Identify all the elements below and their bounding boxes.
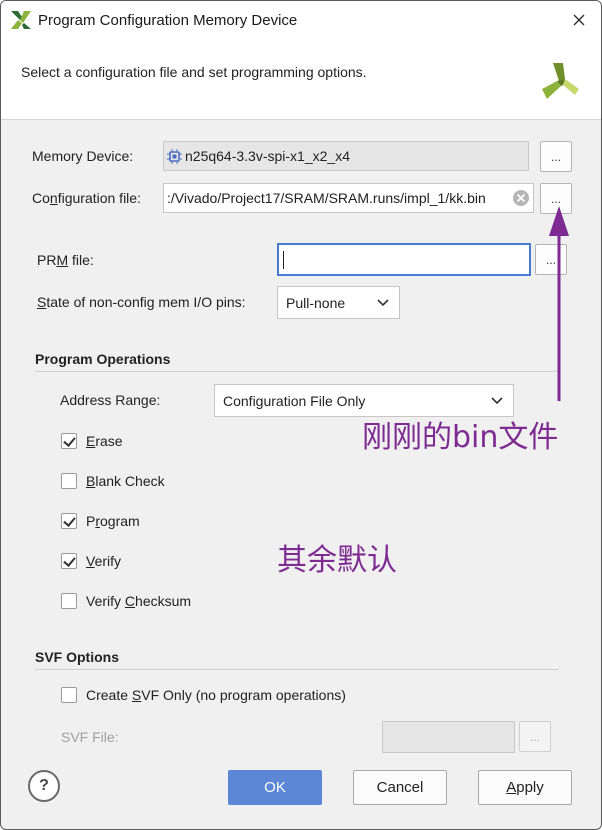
state-pins-value: Pull-none [286, 294, 346, 311]
svf-options-title: SVF Options [35, 649, 119, 665]
blank-check-checkbox-row[interactable]: Blank Check [61, 473, 165, 489]
verify-checksum-checkbox-row[interactable]: Verify Checksum [61, 593, 191, 609]
state-pins-select[interactable]: Pull-none [277, 286, 400, 319]
program-config-memory-dialog: Program Configuration Memory Device Sele… [0, 0, 602, 830]
erase-checkbox-row[interactable]: Erase [61, 433, 123, 449]
apply-button[interactable]: Apply [478, 770, 572, 805]
blank-check-checkbox[interactable] [61, 473, 77, 489]
verify-checksum-checkbox[interactable] [61, 593, 77, 609]
erase-label: Erase [86, 433, 123, 449]
verify-checkbox-row[interactable]: Verify [61, 553, 121, 569]
svf-file-browse-button: ... [519, 721, 551, 752]
config-file-input[interactable]: :/Vivado/Project17/SRAM/SRAM.runs/impl_1… [163, 183, 534, 213]
chevron-down-icon [491, 397, 503, 405]
prm-file-label: PRM file: [37, 252, 94, 268]
window-title: Program Configuration Memory Device [38, 12, 298, 29]
create-svf-checkbox-row[interactable]: Create SVF Only (no program operations) [61, 687, 346, 703]
verify-label: Verify [86, 553, 122, 569]
state-pins-label: State of non-config mem I/O pins: [37, 294, 246, 310]
cancel-button[interactable]: Cancel [353, 770, 447, 805]
svf-file-label: SVF File: [61, 729, 119, 745]
chip-icon [167, 148, 182, 164]
config-file-value: :/Vivado/Project17/SRAM/SRAM.runs/impl_1… [167, 190, 486, 206]
program-checkbox[interactable] [61, 513, 77, 529]
dialog-subtitle: Select a configuration file and set prog… [21, 64, 367, 80]
program-operations-divider [35, 371, 559, 372]
config-file-label: Configuration file: [32, 190, 141, 206]
svf-file-input [382, 721, 515, 753]
xilinx-brand-logo [542, 63, 579, 99]
arrow-up-icon [549, 206, 569, 401]
blank-check-label: Blank Check [86, 473, 165, 489]
program-checkbox-row[interactable]: Program [61, 513, 140, 529]
verify-checkbox[interactable] [61, 553, 77, 569]
title-bar: Program Configuration Memory Device [1, 1, 601, 39]
help-button[interactable]: ? [28, 770, 60, 802]
address-range-value: Configuration File Only [223, 392, 366, 409]
memory-device-browse-button[interactable]: ... [540, 141, 572, 172]
memory-device-value: n25q64-3.3v-spi-x1_x2_x4 [185, 148, 350, 164]
verify-checksum-label: Verify Checksum [86, 593, 192, 609]
svf-options-divider [35, 669, 559, 670]
close-icon[interactable] [567, 9, 591, 31]
erase-checkbox[interactable] [61, 433, 77, 449]
header-divider [1, 119, 601, 120]
program-label: Program [86, 513, 140, 529]
address-range-label: Address Range: [60, 392, 161, 408]
annotation-defaults: 其余默认 [277, 543, 397, 578]
program-operations-title: Program Operations [35, 351, 171, 367]
memory-device-field: n25q64-3.3v-spi-x1_x2_x4 [163, 141, 529, 171]
chevron-down-icon [377, 299, 389, 307]
clear-icon[interactable] [512, 189, 530, 207]
ok-button[interactable]: OK [228, 770, 322, 805]
prm-file-input[interactable] [277, 243, 531, 276]
create-svf-checkbox[interactable] [61, 687, 77, 703]
memory-device-label: Memory Device: [32, 148, 134, 164]
create-svf-label: Create SVF Only (no program operations) [86, 687, 346, 703]
header-band: Select a configuration file and set prog… [1, 39, 601, 119]
annotation-bin-file: 刚刚的bin文件 [362, 420, 559, 455]
xilinx-logo-icon [11, 11, 31, 29]
text-caret [283, 250, 284, 269]
